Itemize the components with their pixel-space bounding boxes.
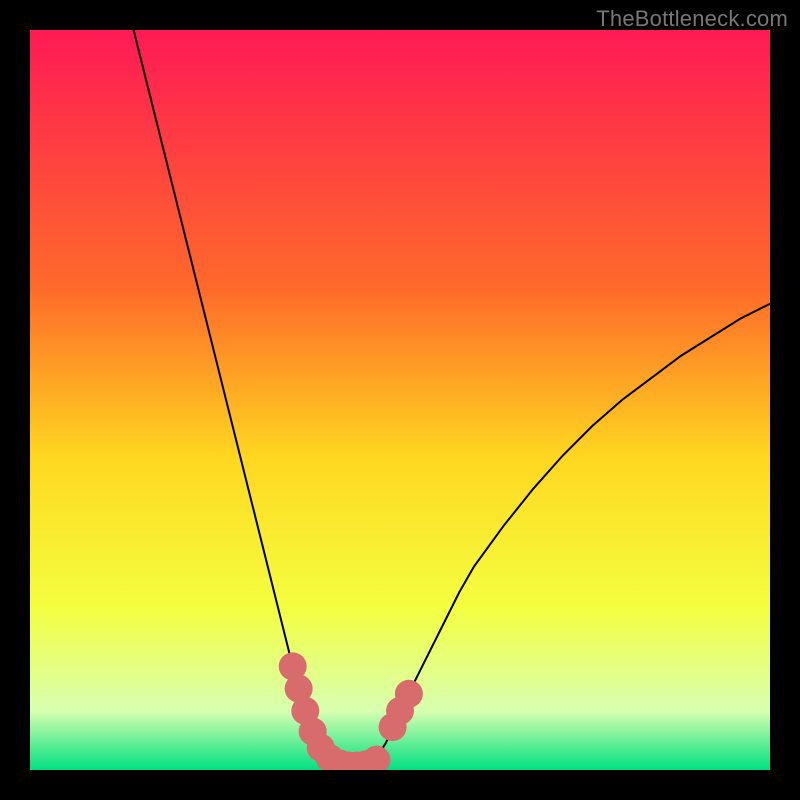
plot-area — [30, 30, 770, 770]
watermark-text: TheBottleneck.com — [596, 6, 788, 32]
chart-frame: TheBottleneck.com — [0, 0, 800, 800]
optimum-marker — [395, 680, 423, 708]
gradient-background — [30, 30, 770, 770]
bottleneck-chart — [30, 30, 770, 770]
